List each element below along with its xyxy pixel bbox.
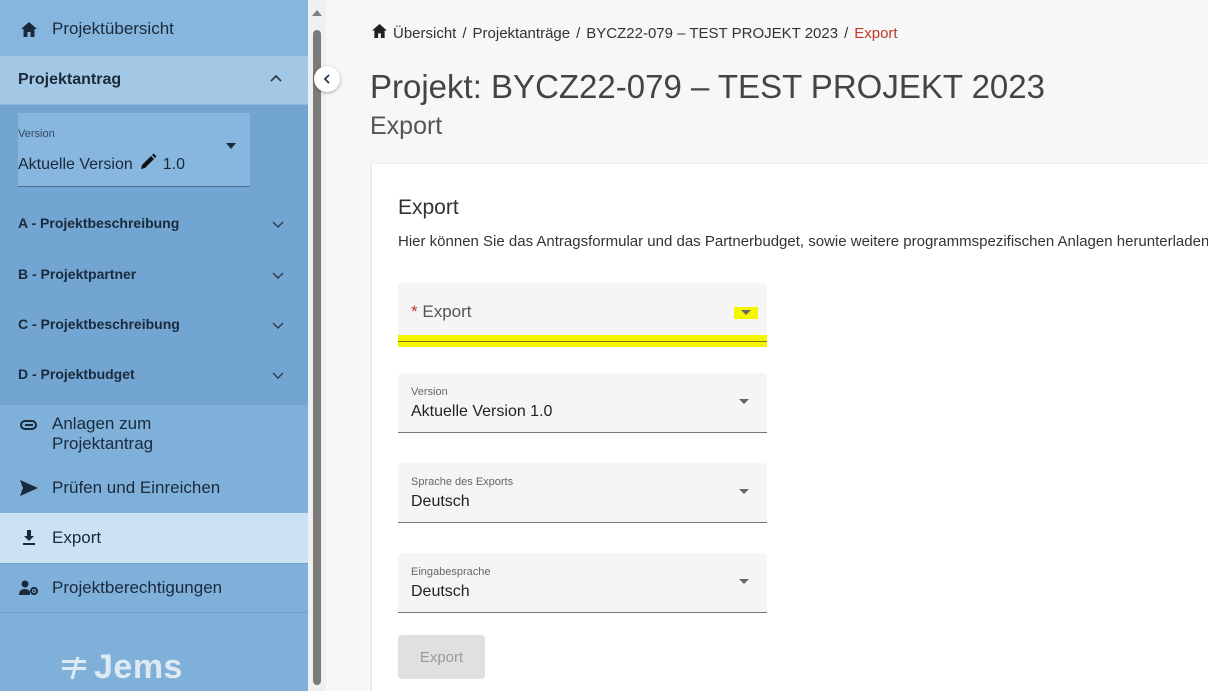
logo-text: Jems (94, 648, 183, 686)
sidebar-item-export[interactable]: Export (0, 513, 308, 563)
page-subtitle: Export (370, 112, 443, 140)
version-select-value: Aktuelle Version 1.0 (18, 153, 185, 176)
download-icon (18, 529, 40, 547)
version-select-label: Version (18, 128, 55, 140)
sidebar-item-pruefen[interactable]: Prüfen und Einreichen (0, 463, 308, 513)
sidebar-item-label: Projektantrag (18, 71, 122, 88)
home-icon (18, 20, 40, 38)
input-language-field[interactable]: Eingabesprache Deutsch (398, 553, 767, 613)
sidebar-section-d[interactable]: D - Projektbudget (18, 366, 288, 382)
jems-logo: Jems (60, 648, 183, 687)
sidebar-item-anlagen[interactable]: Anlagen zum Projektantrag (0, 405, 308, 463)
dropdown-caret-icon (739, 489, 749, 494)
version-field[interactable]: Version Aktuelle Version 1.0 (398, 373, 767, 433)
breadcrumb-separator: / (844, 24, 849, 42)
home-icon[interactable] (372, 24, 387, 42)
send-icon (18, 479, 40, 497)
export-type-select[interactable]: * Export (398, 283, 767, 347)
breadcrumb-link-project[interactable]: BYCZ22-079 – TEST PROJEKT 2023 (586, 25, 838, 42)
breadcrumb: Übersicht / Projektanträge / BYCZ22-079 … (372, 24, 898, 42)
section-label: C - Projektbeschreibung (18, 316, 180, 332)
dropdown-caret-icon (739, 399, 749, 404)
input-language-value: Deutsch (411, 583, 470, 600)
chevron-down-icon (272, 217, 284, 232)
user-cog-icon (18, 579, 40, 597)
dropdown-caret-icon (226, 143, 236, 149)
chevron-up-icon (270, 69, 282, 87)
export-type-placeholder: * Export (411, 302, 472, 322)
export-language-value: Deutsch (411, 493, 470, 510)
sidebar: Projektübersicht Projektantrag Version A… (0, 0, 308, 691)
sidebar-item-berechtigungen[interactable]: Projektberechtigungen (0, 563, 308, 613)
chevron-down-icon (272, 368, 284, 383)
breadcrumb-link-antraege[interactable]: Projektanträge (473, 25, 571, 42)
version-field-value: Aktuelle Version 1.0 (411, 403, 553, 420)
paperclip-icon (18, 416, 40, 434)
anlagen-label-line2: Projektantrag (52, 434, 154, 453)
highlight-underline (398, 335, 767, 347)
pencil-icon (139, 153, 157, 176)
section-label: B - Projektpartner (18, 266, 137, 282)
sidebar-item-label: Projektübersicht (52, 19, 174, 38)
chevron-down-icon (272, 268, 284, 283)
sidebar-section-b[interactable]: B - Projektpartner (18, 266, 288, 282)
sidebar-item-label: Projektberechtigungen (52, 578, 223, 597)
version-value-text: Aktuelle Version (18, 155, 133, 173)
card-heading: Export (398, 196, 459, 219)
required-mark: * (411, 302, 418, 321)
breadcrumb-separator: / (576, 24, 581, 42)
sidebar-section-a[interactable]: A - Projektbeschreibung (18, 215, 288, 231)
dropdown-caret-icon[interactable] (734, 307, 758, 319)
version-number-text: 1.0 (162, 155, 185, 173)
chevron-left-icon (323, 74, 330, 84)
chevron-down-icon (272, 318, 284, 333)
input-language-label: Eingabesprache (411, 566, 491, 578)
section-label: D - Projektbudget (18, 366, 135, 382)
export-card: Export Hier können Sie das Antragsformul… (372, 164, 1208, 691)
export-language-field[interactable]: Sprache des Exports Deutsch (398, 463, 767, 523)
sidebar-item-label: Export (52, 528, 102, 547)
breadcrumb-separator: / (462, 24, 467, 42)
sidebar-item-label: Prüfen und Einreichen (52, 478, 221, 497)
scroll-up-arrow-icon[interactable] (312, 10, 322, 16)
scrollbar-thumb[interactable] (313, 30, 321, 685)
sidebar-item-overview[interactable]: Projektübersicht (0, 0, 308, 56)
card-description: Hier können Sie das Antragsformular und … (398, 233, 1208, 250)
projektantrag-subpanel: Version Aktuelle Version 1.0 A - Projekt… (0, 105, 308, 405)
export-type-placeholder-text: Export (422, 302, 472, 321)
section-label: A - Projektbeschreibung (18, 215, 180, 231)
sidebar-item-label: Anlagen zum Projektantrag (52, 414, 153, 454)
sidebar-scrollbar[interactable] (308, 0, 326, 691)
export-language-label: Sprache des Exports (411, 476, 514, 488)
breadcrumb-current: Export (854, 24, 898, 42)
version-select[interactable]: Version Aktuelle Version 1.0 (18, 113, 250, 187)
jems-logo-icon (62, 656, 86, 679)
export-button[interactable]: Export (398, 635, 485, 679)
sidebar-item-projektantrag[interactable]: Projektantrag (0, 56, 308, 105)
page-title: Projekt: BYCZ22-079 – TEST PROJEKT 2023 (370, 68, 1045, 105)
breadcrumb-link-overview[interactable]: Übersicht (393, 25, 456, 42)
anlagen-label-line1: Anlagen zum (52, 414, 152, 433)
collapse-sidebar-button[interactable] (314, 66, 340, 92)
sidebar-section-c[interactable]: C - Projektbeschreibung (18, 316, 288, 332)
dropdown-caret-icon (739, 579, 749, 584)
version-field-label: Version (411, 386, 448, 398)
